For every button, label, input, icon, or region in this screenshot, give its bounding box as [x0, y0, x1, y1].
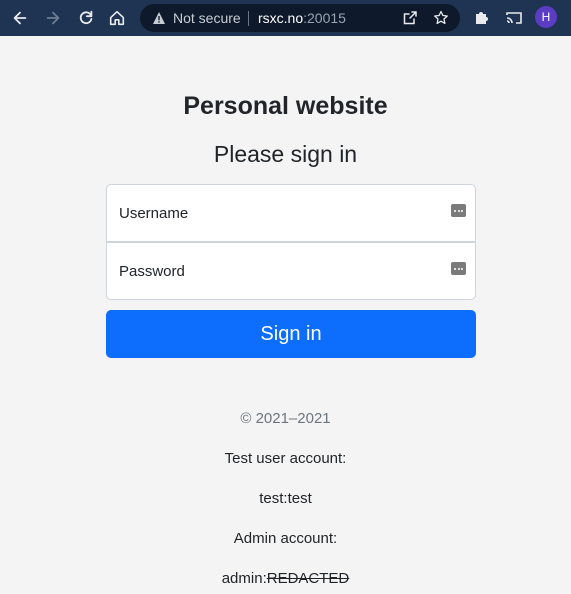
- username-input[interactable]: Username: [106, 184, 476, 242]
- url-port: :20015: [303, 10, 346, 26]
- bookmark-star-icon[interactable]: [433, 10, 449, 26]
- page-title: Personal website: [183, 92, 388, 120]
- copyright-text: © 2021–2021: [240, 410, 331, 427]
- home-icon: [109, 10, 125, 26]
- forward-arrow-icon: [46, 11, 60, 25]
- profile-avatar[interactable]: H: [535, 6, 557, 28]
- url-text[interactable]: rsxc.no:20015: [258, 10, 346, 26]
- browser-toolbar: Not secure rsxc.no:20015 H: [0, 0, 571, 36]
- signin-button[interactable]: Sign in: [106, 310, 476, 358]
- admin-account-label: Admin account:: [233, 530, 338, 547]
- back-arrow-icon: [13, 11, 27, 25]
- test-account-credentials: test:test: [259, 490, 312, 507]
- admin-username: admin:: [221, 570, 267, 587]
- admin-password-redacted: REDACTED: [266, 570, 350, 587]
- password-input[interactable]: Password: [106, 242, 476, 300]
- username-placeholder: Username: [119, 205, 189, 222]
- password-placeholder: Password: [119, 263, 185, 280]
- password-manager-icon[interactable]: [451, 204, 466, 217]
- cast-icon[interactable]: [505, 9, 523, 27]
- warning-icon[interactable]: [152, 11, 166, 25]
- security-status[interactable]: Not secure: [173, 10, 241, 26]
- url-host: rsxc.no: [258, 10, 304, 26]
- share-icon[interactable]: [402, 10, 418, 26]
- admin-account-credentials: admin:REDACTED: [0, 570, 571, 587]
- password-manager-icon[interactable]: [451, 262, 466, 275]
- test-account-label: Test user account:: [224, 450, 347, 467]
- back-button[interactable]: [10, 8, 30, 28]
- signin-heading: Please sign in: [213, 141, 358, 167]
- reload-icon: [79, 10, 93, 25]
- forward-button[interactable]: [43, 8, 63, 28]
- omnibox-divider: [248, 11, 249, 26]
- home-button[interactable]: [107, 8, 127, 28]
- extensions-puzzle-icon[interactable]: [473, 9, 491, 27]
- address-bar[interactable]: Not secure rsxc.no:20015: [140, 4, 460, 32]
- reload-button[interactable]: [76, 8, 96, 28]
